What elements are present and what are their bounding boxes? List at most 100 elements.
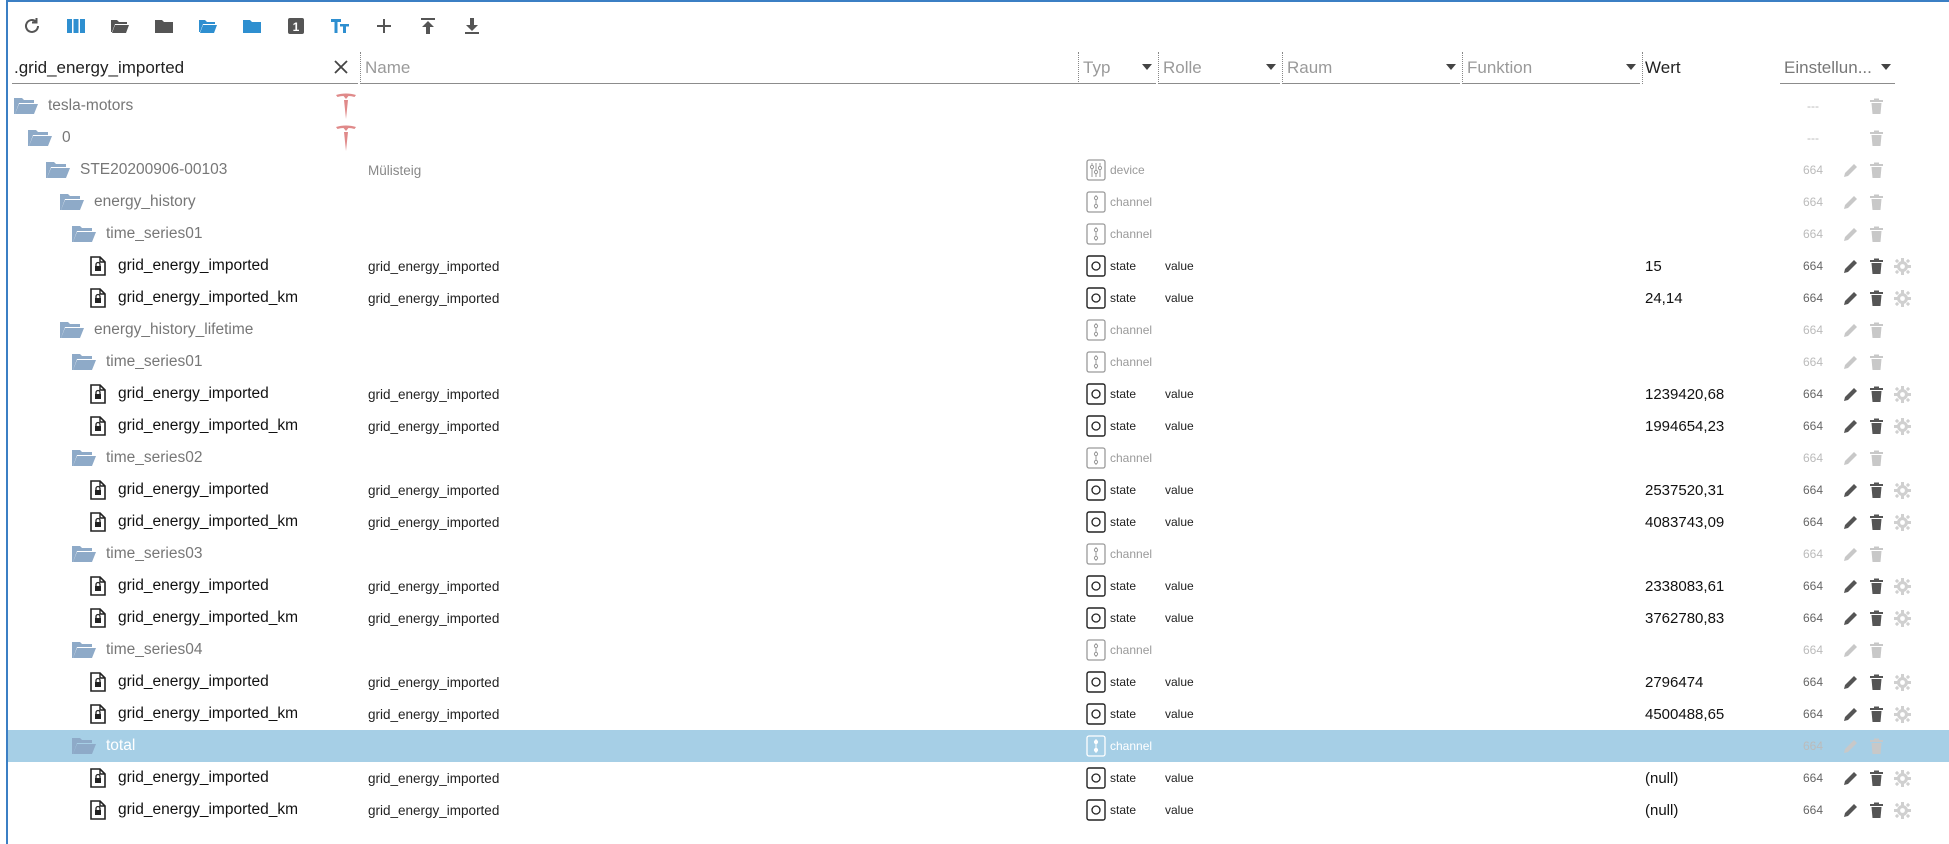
tree-state-row[interactable]: grid_energy_imported grid_energy_imported… [8,762,1949,794]
columns-icon[interactable] [62,12,90,40]
edit-pencil-icon[interactable] [1840,288,1860,308]
object-id-cell[interactable]: grid_energy_imported_km [86,602,298,634]
edit-pencil-icon[interactable] [1840,416,1860,436]
number-toggle-icon[interactable]: 1 [282,12,310,40]
folder-open-icon[interactable] [70,350,98,374]
tree-folder-row[interactable]: energy_history channel 664 [8,186,1949,218]
delete-trash-icon[interactable] [1866,320,1886,340]
object-id-cell[interactable]: grid_energy_imported [86,570,269,602]
tree-state-row[interactable]: grid_energy_imported grid_energy_imported… [8,666,1949,698]
settings-gear-icon[interactable] [1892,576,1912,596]
settings-gear-icon[interactable] [1892,512,1912,532]
settings-gear-icon[interactable] [1892,416,1912,436]
folder-open-icon[interactable] [58,190,86,214]
tree-state-row[interactable]: grid_energy_imported_km grid_energy_impor… [8,794,1949,826]
tree-state-row[interactable]: grid_energy_imported_km grid_energy_impor… [8,282,1949,314]
room-filter-select[interactable]: Raum [1282,52,1460,84]
edit-pencil-icon[interactable] [1840,128,1860,148]
settings-gear-icon[interactable] [1892,384,1912,404]
object-value-cell[interactable]: 4500488,65 [1645,698,1724,730]
object-id-cell[interactable]: STE20200906-00103 [44,154,227,186]
file-lock-icon[interactable] [86,254,110,278]
object-id-cell[interactable]: grid_energy_imported_km [86,410,298,442]
tree-state-row[interactable]: grid_energy_imported_km grid_energy_impor… [8,410,1949,442]
object-id-cell[interactable]: grid_energy_imported_km [86,698,298,730]
edit-pencil-icon[interactable] [1840,768,1860,788]
object-value-cell[interactable]: 4083743,09 [1645,506,1724,538]
object-id-cell[interactable]: tesla-motors [12,90,133,122]
object-id-cell[interactable]: energy_history [58,186,196,218]
delete-trash-icon[interactable] [1866,384,1886,404]
tree-folder-row[interactable]: time_series02 channel 664 [8,442,1949,474]
tree-state-row[interactable]: grid_energy_imported_km grid_energy_impor… [8,698,1949,730]
object-id-cell[interactable]: grid_energy_imported_km [86,794,298,826]
object-id-cell[interactable]: time_series03 [70,538,203,570]
delete-trash-icon[interactable] [1866,736,1886,756]
object-id-cell[interactable]: time_series02 [70,442,203,474]
settings-gear-icon[interactable] [1892,704,1912,724]
delete-trash-icon[interactable] [1866,576,1886,596]
edit-pencil-icon[interactable] [1840,544,1860,564]
object-value-cell[interactable]: 2796474 [1645,666,1703,698]
delete-trash-icon[interactable] [1866,352,1886,372]
delete-trash-icon[interactable] [1866,704,1886,724]
file-lock-icon[interactable] [86,798,110,822]
tree-folder-row[interactable]: energy_history_lifetime channel 664 [8,314,1949,346]
edit-pencil-icon[interactable] [1840,512,1860,532]
tree-state-row[interactable]: grid_energy_imported grid_energy_imported… [8,378,1949,410]
folder-closed-icon[interactable] [150,12,178,40]
file-lock-icon[interactable] [86,606,110,630]
download-icon[interactable] [458,12,486,40]
edit-pencil-icon[interactable] [1840,224,1860,244]
tree-state-row[interactable]: grid_energy_imported grid_energy_imported… [8,570,1949,602]
object-id-cell[interactable]: time_series01 [70,346,203,378]
folder-open-icon[interactable] [12,94,40,118]
delete-trash-icon[interactable] [1866,448,1886,468]
folder-open-icon[interactable] [26,126,54,150]
settings-gear-icon[interactable] [1892,608,1912,628]
object-id-cell[interactable]: grid_energy_imported [86,378,269,410]
delete-trash-icon[interactable] [1866,672,1886,692]
settings-column-select[interactable]: Einstellun... [1780,52,1895,84]
folder-open-icon[interactable] [70,222,98,246]
delete-trash-icon[interactable] [1866,416,1886,436]
edit-pencil-icon[interactable] [1840,800,1860,820]
object-id-cell[interactable]: total [70,730,135,762]
edit-pencil-icon[interactable] [1840,672,1860,692]
object-id-cell[interactable]: grid_energy_imported_km [86,282,298,314]
delete-trash-icon[interactable] [1866,256,1886,276]
type-filter-select[interactable]: Typ [1078,52,1156,84]
edit-pencil-icon[interactable] [1840,160,1860,180]
object-value-cell[interactable]: (null) [1645,762,1678,794]
delete-trash-icon[interactable] [1866,768,1886,788]
edit-pencil-icon[interactable] [1840,256,1860,276]
tree-state-row[interactable]: grid_energy_imported grid_energy_imported… [8,474,1949,506]
tree-folder-row[interactable]: time_series01 channel 664 [8,346,1949,378]
object-value-cell[interactable]: (null) [1645,794,1678,826]
object-id-cell[interactable]: grid_energy_imported [86,474,269,506]
delete-trash-icon[interactable] [1866,608,1886,628]
object-value-cell[interactable]: 2338083,61 [1645,570,1724,602]
id-filter-input[interactable]: .grid_energy_imported [12,52,358,84]
edit-pencil-icon[interactable] [1840,576,1860,596]
delete-trash-icon[interactable] [1866,128,1886,148]
file-lock-icon[interactable] [86,766,110,790]
object-id-cell[interactable]: grid_energy_imported [86,250,269,282]
file-lock-icon[interactable] [86,382,110,406]
edit-pencil-icon[interactable] [1840,384,1860,404]
text-size-icon[interactable] [326,12,354,40]
object-id-cell[interactable]: time_series01 [70,218,203,250]
folder-open-icon[interactable] [70,542,98,566]
delete-trash-icon[interactable] [1866,96,1886,116]
file-lock-icon[interactable] [86,574,110,598]
settings-gear-icon[interactable] [1892,288,1912,308]
delete-trash-icon[interactable] [1866,224,1886,244]
object-id-cell[interactable]: time_series04 [70,634,203,666]
file-lock-icon[interactable] [86,478,110,502]
clear-filter-icon[interactable] [332,58,350,76]
settings-gear-icon[interactable] [1892,256,1912,276]
delete-trash-icon[interactable] [1866,512,1886,532]
object-id-cell[interactable]: 0 [26,122,71,154]
object-value-cell[interactable]: 24,14 [1645,282,1683,314]
object-value-cell[interactable]: 2537520,31 [1645,474,1724,506]
